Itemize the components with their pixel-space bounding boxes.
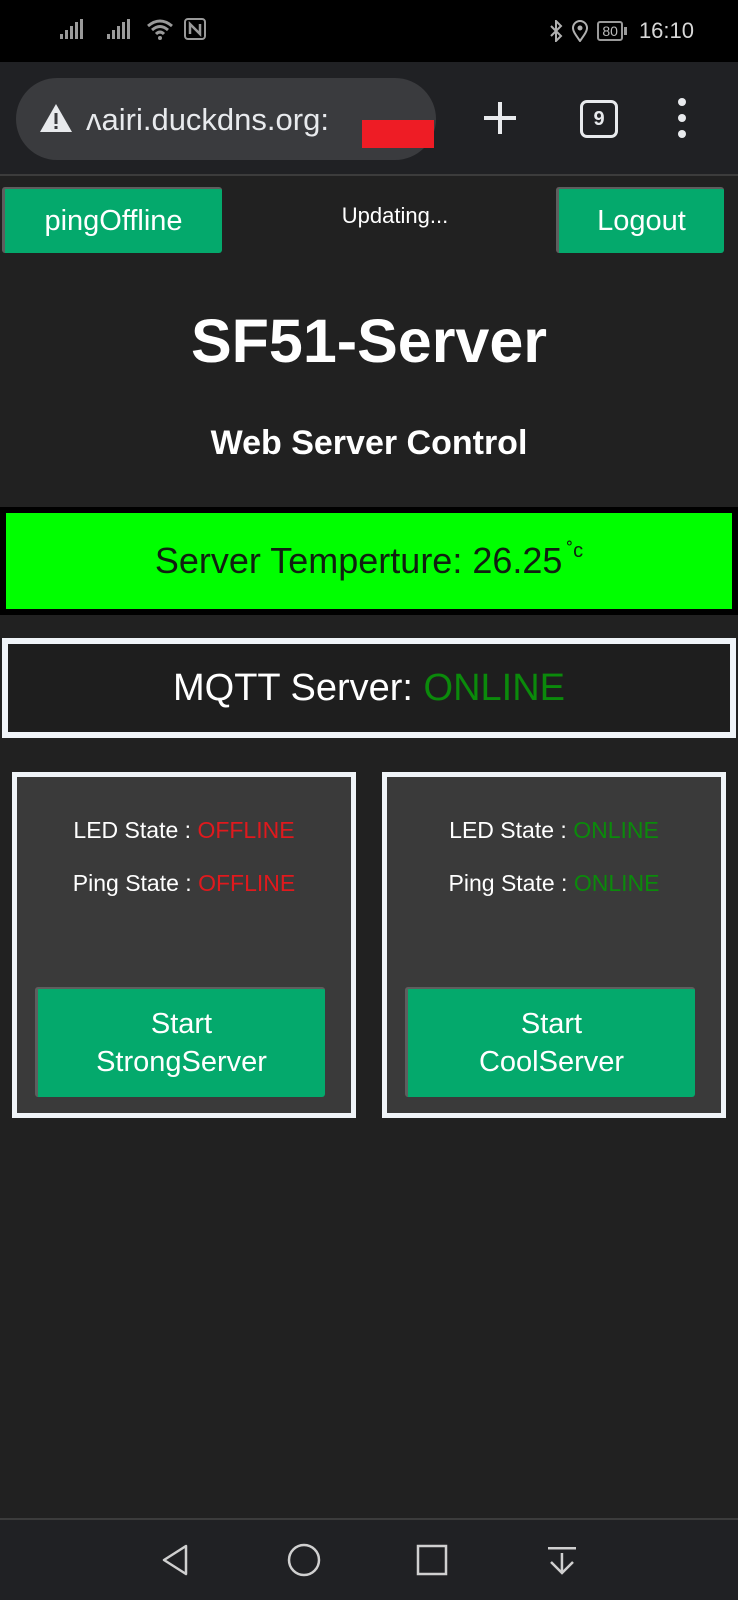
led-state-label: LED State : [73, 817, 198, 843]
start-strongserver-button[interactable]: Start StrongServer [35, 987, 325, 1097]
update-status: Updating... [341, 203, 449, 228]
url-text[interactable]: ʌairi.duckdns.org: [86, 102, 329, 138]
temperature-box: Server Temperture: 26.25 ˚c [6, 513, 732, 609]
location-icon [572, 20, 589, 42]
server-card-cool: LED State : ONLINE Ping State : ONLINE S… [382, 772, 726, 1118]
temperature-label: Server Temperture: [154, 540, 473, 581]
led-state-row: LED State : ONLINE [387, 817, 721, 844]
start-coolserver-button[interactable]: Start CoolServer [405, 987, 695, 1097]
tab-count: 9 [593, 107, 605, 130]
status-right-icons: 80 16:10 [549, 18, 694, 44]
status-left-icons [60, 18, 206, 40]
tab-switcher-icon[interactable]: 9 [580, 100, 618, 138]
ping-button[interactable]: pingOffline [2, 187, 222, 253]
temperature-unit: ˚c [566, 539, 584, 562]
temperature-panel: Server Temperture: 26.25 ˚c [0, 507, 738, 615]
new-tab-icon[interactable] [480, 98, 520, 138]
page-title: SF51-Server [190, 307, 548, 375]
clock: 16:10 [638, 18, 694, 43]
server-card-strong: LED State : OFFLINE Ping State : OFFLINE… [12, 772, 356, 1118]
ping-state-label: Ping State : [448, 870, 574, 896]
ping-state-value: ONLINE [573, 870, 660, 896]
ping-state-label: Ping State : [72, 870, 199, 896]
signal-icon [60, 19, 83, 39]
system-nav-bar [0, 1518, 738, 1600]
led-state-row: LED State : OFFLINE [17, 817, 351, 844]
button-line: Start [150, 1008, 213, 1040]
mqtt-status: ONLINE [423, 666, 566, 709]
recents-icon[interactable] [414, 1542, 450, 1578]
back-icon[interactable] [158, 1542, 194, 1578]
battery-icon: 80 [597, 21, 627, 41]
nfc-icon [184, 18, 206, 40]
notification-shade-icon[interactable] [544, 1542, 580, 1578]
logout-button[interactable]: Logout [556, 187, 724, 253]
ping-state-row: Ping State : OFFLINE [17, 870, 351, 897]
browser-toolbar: ʌairi.duckdns.org: 9 [0, 62, 738, 176]
mqtt-label: MQTT Server: [172, 666, 424, 709]
battery-level: 80 [597, 21, 623, 41]
wifi-icon [147, 19, 173, 40]
status-bar: 80 16:10 [0, 0, 738, 62]
redacted-port [362, 120, 434, 148]
warning-icon[interactable] [38, 102, 74, 134]
bluetooth-icon [550, 20, 563, 42]
ping-state-row: Ping State : ONLINE [387, 870, 721, 897]
signal-icon [107, 19, 130, 39]
home-icon[interactable] [286, 1542, 322, 1578]
led-state-value: ONLINE [573, 817, 659, 843]
ping-state-value: OFFLINE [198, 870, 296, 896]
button-line: Start [520, 1008, 583, 1040]
temperature-value: 26.25 [472, 540, 563, 581]
overflow-menu-icon[interactable] [676, 98, 688, 138]
led-state-value: OFFLINE [197, 817, 295, 843]
led-state-label: LED State : [449, 817, 574, 843]
mqtt-status-panel: MQTT Server: ONLINE [2, 638, 736, 738]
button-line: StrongServer [96, 1046, 267, 1078]
page-subtitle: Web Server Control [210, 424, 528, 462]
button-line: CoolServer [478, 1046, 625, 1078]
address-bar[interactable]: ʌairi.duckdns.org: [16, 78, 436, 160]
